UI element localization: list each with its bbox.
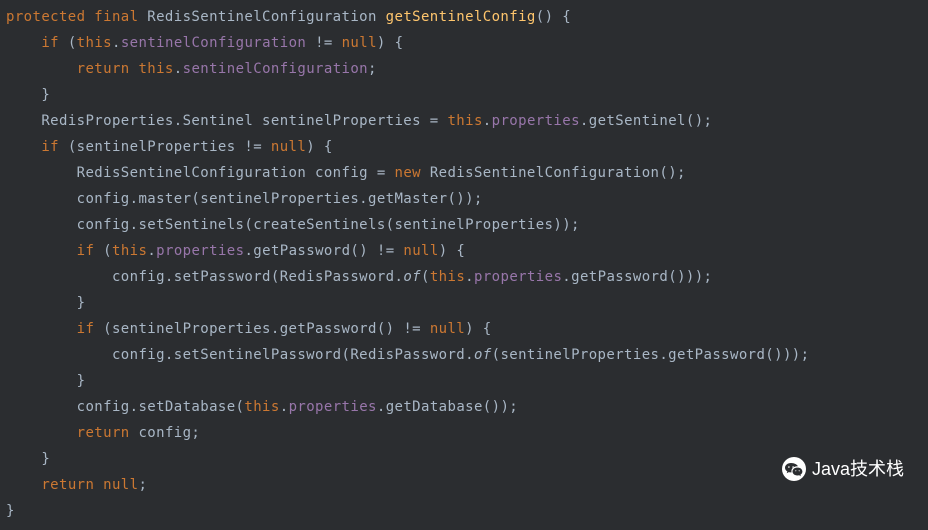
code-token: this xyxy=(112,243,147,259)
code-token: config; xyxy=(138,425,200,441)
code-token: this xyxy=(244,399,279,415)
code-token: . xyxy=(174,61,183,77)
code-token: this xyxy=(77,35,112,51)
wechat-icon xyxy=(782,457,806,481)
code-token: .getSentinel(); xyxy=(580,113,712,129)
code-token: null xyxy=(271,139,306,155)
code-token: ) { xyxy=(306,139,333,155)
code-token: getSentinelConfig xyxy=(386,9,536,25)
code-token: of xyxy=(474,347,492,363)
code-token: this xyxy=(447,113,482,129)
code-token: RedisProperties.Sentinel sentinelPropert… xyxy=(41,113,447,129)
code-token: ; xyxy=(138,477,147,493)
code-token: this xyxy=(430,269,465,285)
code-token: ) { xyxy=(465,321,492,337)
code-token: config.master(sentinelProperties.getMast… xyxy=(77,191,483,207)
code-token: return xyxy=(77,425,139,441)
code-token: return this xyxy=(77,61,174,77)
code-token: .getPassword())); xyxy=(562,269,712,285)
code-token: . xyxy=(465,269,474,285)
code-token: config.setSentinels(createSentinels(sent… xyxy=(77,217,580,233)
code-token: } xyxy=(6,503,15,519)
code-token: ( xyxy=(103,243,112,259)
code-token: (sentinelProperties.getPassword())); xyxy=(492,347,810,363)
code-token: != xyxy=(306,35,341,51)
code-token: properties xyxy=(156,243,244,259)
code-token: new xyxy=(394,165,429,181)
code-token: .getDatabase()); xyxy=(377,399,518,415)
code-token: null xyxy=(430,321,465,337)
code-token: protected final xyxy=(6,9,147,25)
code-token: } xyxy=(77,295,86,311)
code-token: ( xyxy=(68,35,77,51)
code-token: RedisSentinelConfiguration config = xyxy=(77,165,395,181)
code-token: ( xyxy=(421,269,430,285)
code-token: return null xyxy=(41,477,138,493)
code-token: () { xyxy=(536,9,571,25)
code-token: sentinelConfiguration xyxy=(183,61,368,77)
code-token: (sentinelProperties.getPassword() != xyxy=(103,321,430,337)
code-token: config.setPassword(RedisPassword. xyxy=(112,269,403,285)
code-block: protected final RedisSentinelConfigurati… xyxy=(0,0,928,528)
code-token: sentinelConfiguration xyxy=(121,35,306,51)
code-token: . xyxy=(112,35,121,51)
code-token: RedisSentinelConfiguration xyxy=(147,9,385,25)
code-token: null xyxy=(342,35,377,51)
code-token: . xyxy=(483,113,492,129)
code-token: of xyxy=(403,269,421,285)
code-token: .getPassword() != xyxy=(244,243,403,259)
code-token: ; xyxy=(368,61,377,77)
code-token: (sentinelProperties != xyxy=(68,139,271,155)
code-token: properties xyxy=(289,399,377,415)
code-token: } xyxy=(77,373,86,389)
code-token: if xyxy=(77,321,104,337)
code-token: null xyxy=(403,243,438,259)
code-token: if xyxy=(41,35,68,51)
code-token: config.setDatabase( xyxy=(77,399,245,415)
code-token: } xyxy=(41,451,50,467)
code-token: config.setSentinelPassword(RedisPassword… xyxy=(112,347,474,363)
code-token: properties xyxy=(474,269,562,285)
watermark: Java技术栈 xyxy=(782,456,904,482)
code-token: . xyxy=(280,399,289,415)
code-token: properties xyxy=(492,113,580,129)
code-token: RedisSentinelConfiguration(); xyxy=(430,165,686,181)
code-token: if xyxy=(41,139,68,155)
code-token: if xyxy=(77,243,104,259)
watermark-text: Java技术栈 xyxy=(812,456,904,482)
code-token: ) { xyxy=(377,35,404,51)
code-token: . xyxy=(147,243,156,259)
code-token: } xyxy=(41,87,50,103)
code-token: ) { xyxy=(439,243,466,259)
